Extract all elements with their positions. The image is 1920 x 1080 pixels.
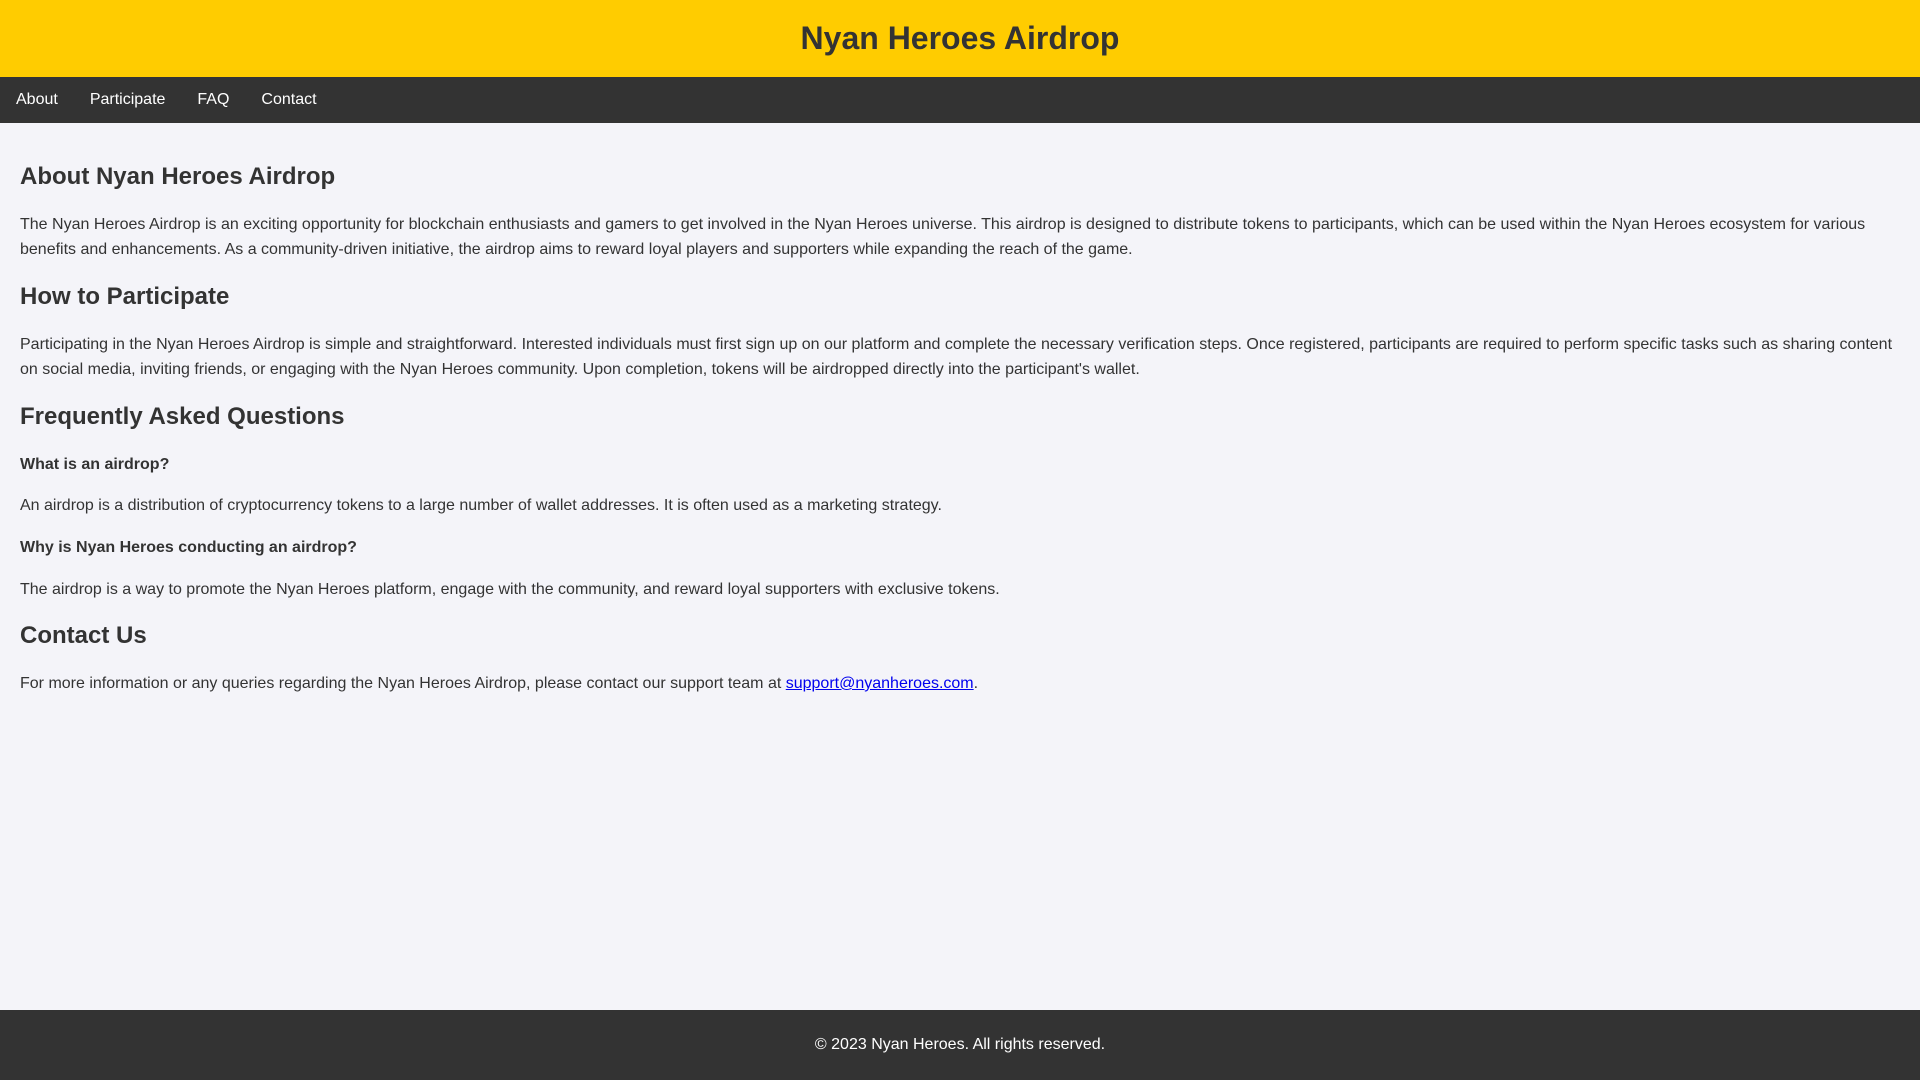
faq-answer: An airdrop is a distribution of cryptocu…: [20, 497, 942, 515]
participate-text: Participating in the Nyan Heroes Airdrop…: [20, 335, 1893, 379]
about-section: About Nyan Heroes Airdrop The Nyan Heroe…: [20, 163, 1900, 263]
nav-participate[interactable]: Participate: [74, 87, 182, 113]
contact-suffix: .: [973, 674, 979, 692]
support-email-link[interactable]: support@nyanheroes.com: [786, 675, 974, 692]
faq-answer: The airdrop is a way to promote the Nyan…: [20, 580, 1000, 598]
nav-about[interactable]: About: [0, 87, 74, 113]
contact-section: Contact Us For more information or any q…: [20, 622, 1900, 696]
about-text: The Nyan Heroes Airdrop is an exciting o…: [20, 215, 1866, 259]
copyright-text: © 2023 Nyan Heroes. All rights reserved.: [814, 1036, 1106, 1054]
faq-section: Frequently Asked Questions What is an ai…: [20, 403, 1900, 602]
participate-heading: How to Participate: [20, 282, 230, 310]
main-content: About Nyan Heroes Airdrop The Nyan Heroe…: [0, 123, 1920, 733]
faq-question: What is an airdrop?: [20, 455, 170, 473]
faq-heading: Frequently Asked Questions: [20, 402, 345, 430]
main-nav: About Participate FAQ Contact: [0, 77, 1920, 123]
nav-contact[interactable]: Contact: [245, 87, 332, 113]
site-footer: © 2023 Nyan Heroes. All rights reserved.: [0, 1010, 1920, 1080]
contact-text: For more information or any queries rega…: [20, 671, 1900, 697]
contact-heading: Contact Us: [20, 622, 147, 650]
participate-section: How to Participate Participating in the …: [20, 283, 1900, 383]
about-heading: About Nyan Heroes Airdrop: [20, 163, 336, 190]
faq-question: Why is Nyan Heroes conducting an airdrop…: [20, 538, 357, 556]
site-header: Nyan Heroes Airdrop: [0, 0, 1920, 77]
contact-text-body: For more information or any queries rega…: [20, 674, 786, 692]
site-title: Nyan Heroes Airdrop: [800, 20, 1120, 57]
nav-faq[interactable]: FAQ: [181, 87, 245, 113]
